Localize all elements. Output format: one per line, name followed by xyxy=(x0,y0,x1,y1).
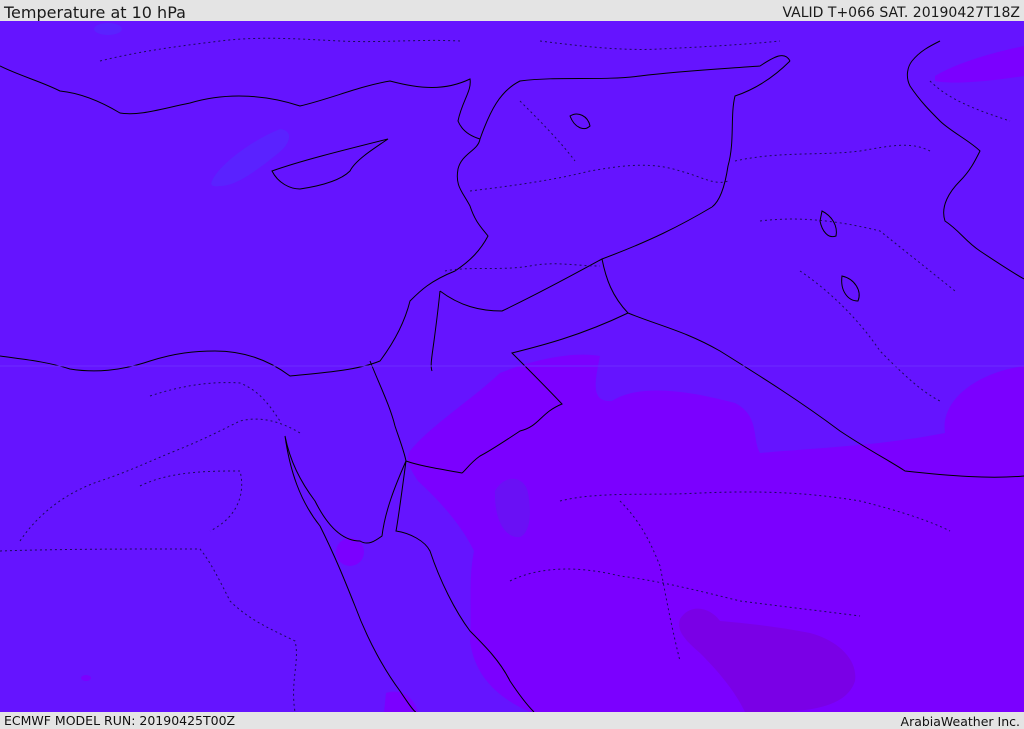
footer-bar: ECMWF MODEL RUN: 20190425T00Z ArabiaWeat… xyxy=(0,712,1024,729)
credit-label: ArabiaWeather Inc. xyxy=(900,714,1020,729)
header-bar: Temperature at 10 hPa VALID T+066 SAT. 2… xyxy=(0,0,1024,22)
temperature-map-svg xyxy=(0,21,1024,712)
weather-map-frame: Temperature at 10 hPa VALID T+066 SAT. 2… xyxy=(0,0,1024,729)
map-title: Temperature at 10 hPa xyxy=(4,3,186,22)
field-warm-spot-sw xyxy=(81,675,91,681)
valid-time-label: VALID T+066 SAT. 20190427T18Z xyxy=(782,5,1020,21)
map-area xyxy=(0,21,1024,712)
model-run-label: ECMWF MODEL RUN: 20190425T00Z xyxy=(4,713,236,728)
field-cool-spot-north xyxy=(94,23,122,35)
field-warm-spot-gulf-suez xyxy=(336,538,364,566)
